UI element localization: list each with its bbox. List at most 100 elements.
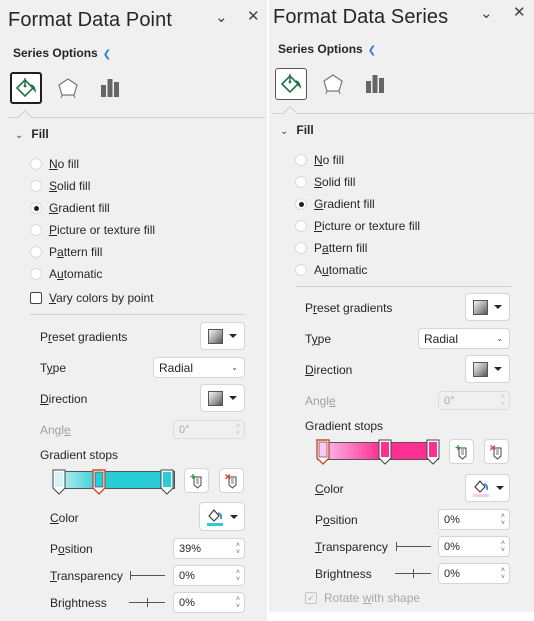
direction-dropdown[interactable] bbox=[465, 355, 510, 383]
fill-section-label: Fill bbox=[296, 123, 314, 137]
fill-options-group: No fill Solid fill Gradient fill Picture… bbox=[295, 152, 420, 278]
radio-solid-fill[interactable]: Solid fill bbox=[30, 178, 155, 194]
radio-gradient-fill[interactable]: Gradient fill bbox=[30, 200, 155, 216]
close-pane-icon[interactable]: ✕ bbox=[247, 9, 260, 25]
transparency-value: 0% bbox=[179, 569, 195, 582]
spinner-arrows-icon[interactable]: ˄ ˅ bbox=[501, 540, 505, 554]
fill-section-header[interactable]: ⌄ Fill bbox=[280, 123, 314, 137]
radio-button[interactable] bbox=[30, 158, 42, 170]
preset-gradients-label: Preset gradients bbox=[305, 301, 393, 315]
radio-button-selected[interactable] bbox=[295, 198, 307, 210]
brightness-spinner[interactable]: 0% ˄ ˅ bbox=[173, 592, 245, 613]
fill-section-header[interactable]: ⌄ Fill bbox=[15, 127, 49, 141]
add-stop-icon bbox=[190, 473, 201, 489]
radio-no-fill[interactable]: No fill bbox=[30, 156, 155, 172]
brightness-value: 0% bbox=[179, 596, 195, 609]
radio-button-selected[interactable] bbox=[30, 202, 42, 214]
radio-button[interactable] bbox=[295, 220, 307, 232]
gradient-preview-bar[interactable] bbox=[53, 471, 175, 489]
add-gradient-stop-button[interactable] bbox=[184, 468, 209, 493]
radio-gradient-fill[interactable]: Gradient fill bbox=[295, 196, 420, 212]
series-options-dropdown[interactable]: Series Options ❮ bbox=[278, 42, 376, 56]
radio-button[interactable] bbox=[30, 268, 42, 280]
tab-fill-line[interactable] bbox=[275, 68, 307, 100]
gradient-stop-0-selected[interactable] bbox=[316, 439, 330, 465]
tab-series-options[interactable] bbox=[359, 68, 391, 100]
type-label: Type bbox=[40, 361, 67, 375]
spinner-arrows-icon[interactable]: ˄ ˅ bbox=[501, 513, 505, 527]
brightness-spinner[interactable]: 0% ˄ ˅ bbox=[438, 563, 510, 584]
gradient-swatch-icon bbox=[208, 328, 223, 344]
radio-button[interactable] bbox=[295, 264, 307, 276]
pentagon-icon bbox=[323, 74, 343, 95]
slider-thumb[interactable] bbox=[396, 542, 397, 551]
radio-button[interactable] bbox=[295, 176, 307, 188]
pane-options-chevron-icon[interactable]: ⌄ bbox=[480, 6, 493, 22]
tab-series-options[interactable] bbox=[94, 72, 126, 104]
slider-thumb[interactable] bbox=[130, 571, 131, 580]
radio-button[interactable] bbox=[295, 154, 307, 166]
radio-button[interactable] bbox=[30, 224, 42, 236]
spinner-arrows-icon[interactable]: ˄ ˅ bbox=[501, 567, 505, 581]
dropdown-arrow-icon bbox=[229, 334, 237, 338]
spinner-arrows-icon[interactable]: ˄ ˅ bbox=[236, 542, 240, 556]
radio-button[interactable] bbox=[30, 246, 42, 258]
type-select[interactable]: Radial ⌄ bbox=[418, 328, 510, 349]
preset-gradients-dropdown[interactable] bbox=[200, 322, 245, 350]
radio-no-fill[interactable]: No fill bbox=[295, 152, 420, 168]
radio-label: No fill bbox=[314, 153, 345, 167]
dropdown-arrow-icon bbox=[495, 486, 504, 490]
radio-button[interactable] bbox=[30, 180, 42, 192]
gradient-stop-2[interactable] bbox=[426, 439, 440, 465]
tab-effects[interactable] bbox=[317, 68, 349, 100]
gradient-stop-0[interactable] bbox=[52, 469, 66, 495]
brightness-slider[interactable] bbox=[129, 598, 165, 607]
add-gradient-stop-button[interactable] bbox=[449, 439, 474, 464]
chevron-down-icon: ❮ bbox=[367, 45, 377, 56]
gradient-stops-slider[interactable] bbox=[314, 439, 444, 469]
tab-effects[interactable] bbox=[52, 72, 84, 104]
preset-gradients-dropdown[interactable] bbox=[465, 293, 510, 321]
spinner-arrows-icon[interactable]: ˄ ˅ bbox=[236, 569, 240, 583]
gradient-stops-slider[interactable] bbox=[50, 468, 180, 498]
spinner-arrows-icon[interactable]: ˄ ˅ bbox=[236, 596, 240, 610]
gradient-stop-2[interactable] bbox=[160, 469, 174, 495]
color-picker-dropdown[interactable] bbox=[199, 502, 245, 531]
pane-options-chevron-icon[interactable]: ⌄ bbox=[215, 10, 228, 26]
rotate-with-shape-checkbox: ✓ bbox=[305, 592, 317, 604]
radio-automatic[interactable]: Automatic bbox=[30, 266, 155, 282]
radio-pattern-fill[interactable]: Pattern fill bbox=[295, 240, 420, 256]
pane-title: Format Data Point bbox=[8, 9, 172, 31]
gradient-stop-1-selected[interactable] bbox=[92, 469, 106, 495]
gradient-stop-1[interactable] bbox=[378, 439, 392, 465]
close-pane-icon[interactable]: ✕ bbox=[513, 5, 526, 21]
remove-gradient-stop-button[interactable] bbox=[484, 439, 509, 464]
transparency-spinner[interactable]: 0% ˄ ˅ bbox=[438, 536, 510, 557]
brightness-slider[interactable] bbox=[395, 569, 431, 578]
slider-thumb[interactable] bbox=[147, 598, 148, 607]
slider-thumb[interactable] bbox=[413, 569, 414, 578]
transparency-spinner[interactable]: 0% ˄ ˅ bbox=[173, 565, 245, 586]
angle-spinner: 0° ˄ ˅ bbox=[438, 391, 510, 410]
position-spinner[interactable]: 0% ˄ ˅ bbox=[438, 509, 510, 530]
radio-solid-fill[interactable]: Solid fill bbox=[295, 174, 420, 190]
radio-picture-fill[interactable]: Picture or texture fill bbox=[30, 222, 155, 238]
series-options-dropdown[interactable]: Series Options ❮ bbox=[13, 46, 111, 60]
position-spinner[interactable]: 39% ˄ ˅ bbox=[173, 538, 245, 559]
transparency-slider[interactable] bbox=[130, 571, 165, 580]
radio-button[interactable] bbox=[295, 242, 307, 254]
remove-gradient-stop-button[interactable] bbox=[219, 468, 244, 493]
radio-picture-fill[interactable]: Picture or texture fill bbox=[295, 218, 420, 234]
chevron-down-icon: ⌄ bbox=[496, 334, 503, 343]
direction-label: Direction bbox=[40, 392, 88, 406]
radio-pattern-fill[interactable]: Pattern fill bbox=[30, 244, 155, 260]
direction-dropdown[interactable] bbox=[200, 384, 245, 412]
type-select[interactable]: Radial ⌄ bbox=[153, 357, 245, 378]
vary-colors-checkbox-row[interactable]: Vary colors by point bbox=[30, 290, 155, 306]
vary-colors-checkbox[interactable] bbox=[30, 292, 42, 304]
transparency-slider[interactable] bbox=[396, 542, 431, 551]
angle-spinner: 0° ˄ ˅ bbox=[173, 420, 245, 439]
color-picker-dropdown[interactable] bbox=[465, 474, 510, 502]
radio-automatic[interactable]: Automatic bbox=[295, 262, 420, 278]
tab-fill-line[interactable] bbox=[10, 72, 42, 104]
